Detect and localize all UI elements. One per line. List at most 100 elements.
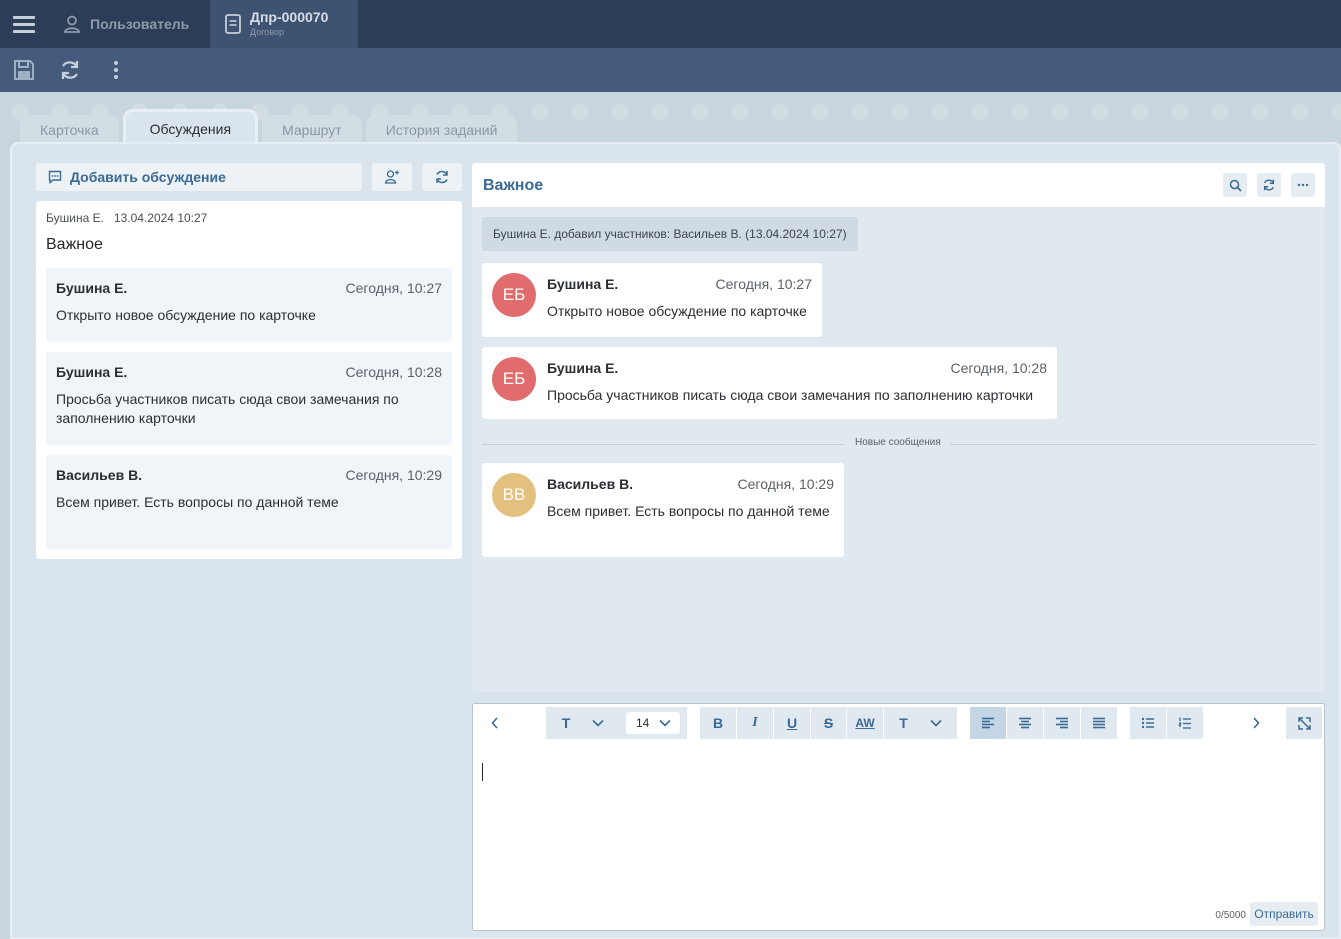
document-number: Дпр-000070 [250,9,329,26]
discussion-date: 13.04.2024 10:27 [113,211,208,225]
toolbar-scroll-right-button[interactable] [1242,707,1270,739]
align-left-button[interactable] [970,707,1007,739]
chat-message: ЕБ Бушина Е. Сегодня, 10:27 Открыто ново… [482,263,822,337]
underline-button[interactable]: U [774,707,811,739]
hamburger-menu-button[interactable] [0,0,48,48]
discussion-author: Бушина Е. [46,211,104,225]
toolbar-scroll-left-button[interactable] [481,707,509,739]
message-author: Васильев В. [547,476,634,492]
refresh-discussions-button[interactable] [422,163,462,191]
message-author: Бушина Е. [547,276,619,292]
document-tab[interactable]: Дпр-000070 Договор [210,0,358,48]
message-time: Сегодня, 10:27 [715,276,812,292]
chat-icon [48,170,62,184]
chevron-right-icon [1253,717,1260,729]
message-text: Просьба участников писать сюда свои заме… [56,391,399,426]
more-actions-button[interactable] [102,56,130,84]
search-icon [1229,179,1242,192]
tab-task-history[interactable]: История заданий [365,115,518,145]
expand-icon [1297,716,1311,730]
character-counter: 0/5000 [1215,910,1246,921]
discussion-card[interactable]: Бушина Е. 13.04.2024 10:27 Важное Бушина … [36,201,462,559]
text-cursor [482,763,483,781]
add-user-icon [384,170,399,184]
tab-card[interactable]: Карточка [20,115,119,145]
italic-button[interactable]: I [737,707,774,739]
add-discussion-label: Добавить обсуждение [70,169,226,185]
message-editor[interactable]: T 14 B I U S AW T 0/5000 Отправить [472,703,1325,931]
hamburger-icon [13,15,35,33]
font-size-select[interactable]: 14 [626,712,680,734]
chat-title: Важное [483,177,544,194]
chat-message: ЕБ Бушина Е. Сегодня, 10:28 Просьба учас… [482,347,1057,419]
list-item[interactable]: Бушина Е. Сегодня, 10:28 Просьба участни… [46,352,452,445]
align-right-button[interactable] [1044,707,1081,739]
message-text: Просьба участников писать сюда свои заме… [547,387,1034,403]
message-text: Открыто новое обсуждение по карточке [547,303,807,319]
align-justify-button[interactable] [1081,707,1117,739]
message-text: Всем привет. Есть вопросы по данной теме [547,503,830,519]
document-type: Договор [250,27,284,38]
discussion-title: Важное [46,236,103,253]
message-author: Бушина Е. [547,360,619,376]
refresh-icon [436,170,448,184]
card-tabs: Карточка Обсуждения Маршрут История зада… [20,109,518,145]
align-center-button[interactable] [1007,707,1044,739]
numbered-list-button[interactable] [1167,707,1203,739]
message-time: Сегодня, 10:29 [737,476,834,492]
system-message: Бушина Е. добавил участников: Васильев В… [482,217,858,251]
list-item[interactable]: Бушина Е. Сегодня, 10:27 Открыто новое о… [46,268,452,342]
letter-spacing-button[interactable]: AW [847,707,884,739]
text-style-dropdown[interactable]: T [546,707,620,739]
tab-route[interactable]: Маршрут [262,115,362,145]
message-time: Сегодня, 10:28 [345,364,442,380]
top-bar: Пользователь Дпр-000070 Договор [0,0,1341,48]
avatar: ЕБ [492,273,536,317]
refresh-icon [1263,179,1275,191]
new-messages-separator: Новые сообщения [482,437,1315,451]
message-time: Сегодня, 10:29 [345,467,442,483]
chat-message: ВВ Васильев В. Сегодня, 10:29 Всем приве… [482,463,844,557]
add-participant-button[interactable] [372,163,412,191]
message-author: Бушина Е. [56,364,128,380]
message-text: Открыто новое обсуждение по карточке [56,307,316,323]
message-author: Бушина Е. [56,280,128,296]
align-right-icon [1056,717,1068,729]
save-icon [14,60,34,80]
more-horizontal-icon [1297,183,1309,187]
discussion-meta: Бушина Е. 13.04.2024 10:27 [46,211,207,225]
text-color-dropdown[interactable]: T [884,707,957,739]
new-messages-label: Новые сообщения [855,437,941,448]
expand-editor-button[interactable] [1286,707,1322,739]
tab-discussions[interactable]: Обсуждения [122,109,259,145]
separator-line [950,444,1315,445]
chevron-down-icon [592,719,604,727]
search-button[interactable] [1223,173,1247,197]
chevron-down-icon [659,719,671,727]
font-size-value: 14 [636,716,650,730]
chevron-left-icon [491,717,498,729]
list-item[interactable]: Васильев В. Сегодня, 10:29 Всем привет. … [46,455,452,549]
align-justify-icon [1093,717,1105,729]
align-center-icon [1019,717,1031,729]
strikethrough-button[interactable]: S [811,707,847,739]
document-icon [225,14,241,34]
refresh-chat-button[interactable] [1257,173,1281,197]
chevron-down-icon [930,719,942,727]
send-button[interactable]: Отправить [1250,902,1318,926]
bullet-list-button[interactable] [1130,707,1167,739]
refresh-button[interactable] [56,56,84,84]
chat-more-button[interactable] [1291,173,1315,197]
add-discussion-button[interactable]: Добавить обсуждение [36,163,362,191]
bold-button[interactable]: B [700,707,737,739]
kebab-menu-icon [114,61,118,79]
message-text: Всем привет. Есть вопросы по данной теме [56,494,339,510]
user-tab[interactable]: Пользователь [48,0,210,48]
message-time: Сегодня, 10:28 [950,360,1047,376]
bullet-list-icon [1141,717,1154,729]
editor-toolbar: T 14 B I U S AW T [473,704,1324,742]
refresh-icon [61,61,79,79]
avatar: ЕБ [492,357,536,401]
user-icon [64,15,80,33]
save-button[interactable] [10,56,38,84]
